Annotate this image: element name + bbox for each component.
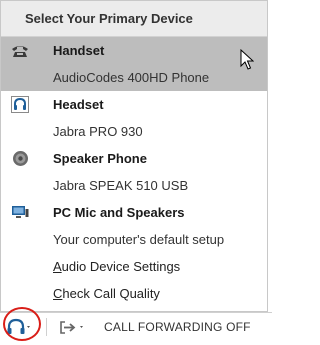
device-model: Your computer's default setup <box>53 232 225 247</box>
chevron-down-icon <box>27 326 30 328</box>
desk-phone-icon <box>11 42 29 59</box>
accelerator-key: A <box>53 259 62 274</box>
call-forwarding-button[interactable] <box>56 314 98 340</box>
status-bar: CALL FORWARDING OFF <box>0 312 272 341</box>
accelerator-key: C <box>53 286 63 301</box>
device-selector-button[interactable] <box>4 314 34 340</box>
device-model: Jabra PRO 930 <box>53 124 143 139</box>
check-call-quality-link[interactable]: Check Call Quality <box>1 280 267 307</box>
headset-icon <box>7 318 25 334</box>
chevron-down-icon <box>80 326 83 328</box>
device-name: Speaker Phone <box>53 151 147 166</box>
device-option-headset[interactable]: Headset <box>1 91 267 118</box>
device-model-speaker-phone[interactable]: Jabra SPEAK 510 USB <box>1 172 267 199</box>
device-name: PC Mic and Speakers <box>53 205 185 220</box>
headset-icon <box>11 96 29 113</box>
link-label: heck Call Quality <box>62 286 160 301</box>
device-option-speaker-phone[interactable]: Speaker Phone <box>1 145 267 172</box>
audio-device-settings-link[interactable]: Audio Device Settings <box>1 253 267 280</box>
device-model-handset[interactable]: AudioCodes 400HD Phone <box>1 64 267 91</box>
device-option-pc-mic-speakers[interactable]: PC Mic and Speakers <box>1 199 267 226</box>
call-forwarding-status[interactable]: CALL FORWARDING OFF <box>104 313 251 341</box>
call-forward-icon <box>60 321 76 334</box>
device-model-headset[interactable]: Jabra PRO 930 <box>1 118 267 145</box>
menu-header: Select Your Primary Device <box>1 1 267 37</box>
mouse-cursor-icon <box>240 48 255 76</box>
device-option-handset[interactable]: Handset <box>1 37 267 64</box>
device-model: Jabra SPEAK 510 USB <box>53 178 189 193</box>
device-model: AudioCodes 400HD Phone <box>53 70 210 85</box>
device-name: Headset <box>53 97 104 112</box>
divider <box>46 318 47 336</box>
link-label: udio Device Settings <box>61 259 181 274</box>
device-model-pc-mic-speakers[interactable]: Your computer's default setup <box>1 226 267 253</box>
speakerphone-icon <box>11 150 29 167</box>
primary-device-menu: Select Your Primary Device Handset Audio… <box>0 0 268 312</box>
pc-mic-speakers-icon <box>11 204 29 221</box>
device-name: Handset <box>53 43 105 58</box>
